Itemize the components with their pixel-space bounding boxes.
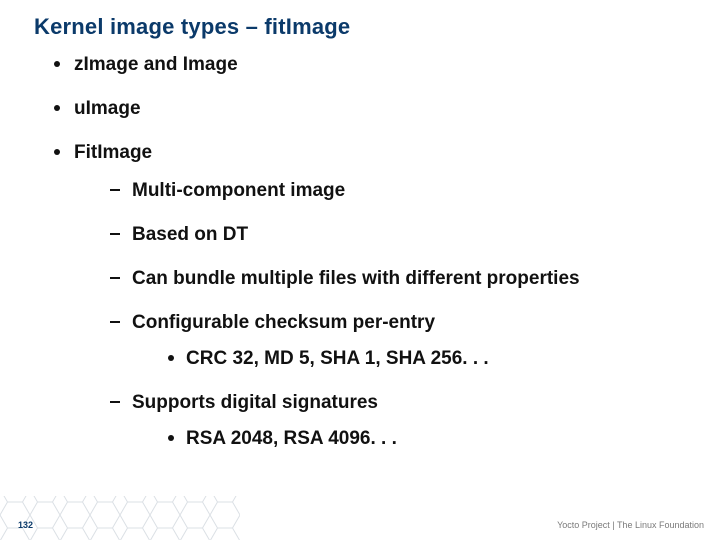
list-item-label: Can bundle multiple files with different… [132,268,580,289]
list-item: Can bundle multiple files with different… [110,268,700,290]
page-number: 132 [18,520,33,530]
list-item: RSA 2048, RSA 4096. . . [166,428,700,450]
list-item: Multi-component image [110,180,700,202]
hex-pattern-icon [0,496,720,540]
hex-decor-row [0,496,720,540]
footer-credit: Yocto Project | The Linux Foundation [557,520,704,530]
list-item-label: uImage [74,98,141,119]
bullet-list-level3: CRC 32, MD 5, SHA 1, SHA 256. . . [132,348,700,370]
slide-footer: 132 Yocto Project | The Linux Foundation [0,496,720,540]
list-item: Supports digital signatures RSA 2048, RS… [110,392,700,450]
list-item: uImage [52,98,700,120]
list-item: Based on DT [110,224,700,246]
page-title: Kernel image types – fitImage [34,14,700,40]
list-item: zImage and Image [52,54,700,76]
list-item: CRC 32, MD 5, SHA 1, SHA 256. . . [166,348,700,370]
list-item-label: Supports digital signatures [132,392,378,413]
list-item-label: RSA 2048, RSA 4096. . . [186,428,397,449]
slide: Kernel image types – fitImage zImage and… [0,0,720,540]
list-item-label: CRC 32, MD 5, SHA 1, SHA 256. . . [186,348,489,369]
list-item-label: Multi-component image [132,180,345,201]
list-item-label: Configurable checksum per-entry [132,312,435,333]
list-item: Configurable checksum per-entry CRC 32, … [110,312,700,370]
list-item-label: zImage and Image [74,54,238,75]
bullet-list-level1: zImage and Image uImage FitImage Multi-c… [34,54,700,450]
list-item-label: Based on DT [132,224,248,245]
list-item-label: FitImage [74,142,152,163]
bullet-list-level2: Multi-component image Based on DT Can bu… [74,180,700,450]
bullet-list-level3: RSA 2048, RSA 4096. . . [132,428,700,450]
list-item: FitImage Multi-component image Based on … [52,142,700,450]
